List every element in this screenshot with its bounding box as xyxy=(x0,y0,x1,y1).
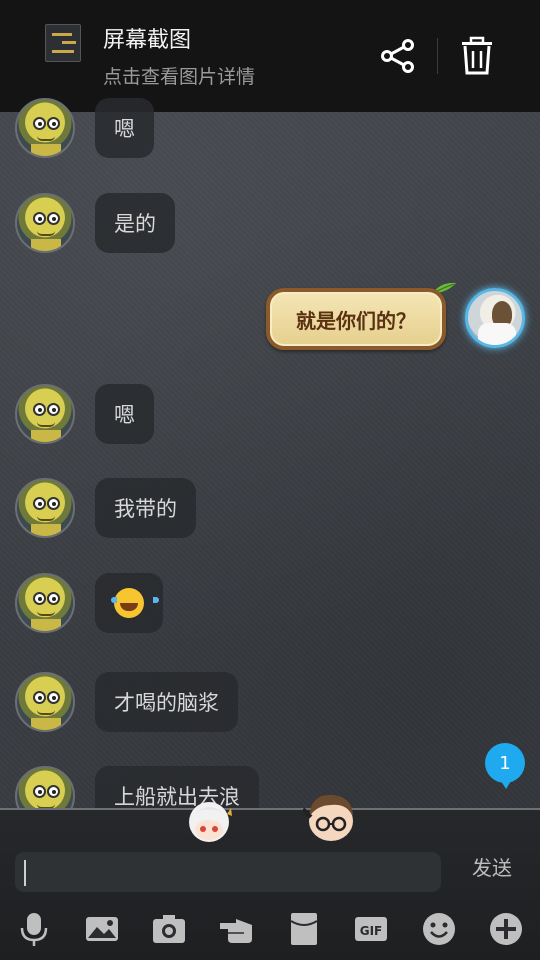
gif-icon[interactable]: GIF xyxy=(351,908,391,950)
poke-icon[interactable] xyxy=(216,908,256,950)
message-bubble[interactable]: 是的 xyxy=(95,193,175,253)
gif-icon-label: GIF xyxy=(360,924,383,938)
contact-avatar[interactable] xyxy=(15,478,75,538)
message-bubble[interactable]: 我带的 xyxy=(95,478,196,538)
text-cursor xyxy=(24,860,26,886)
delete-icon[interactable] xyxy=(459,36,495,76)
camera-icon[interactable] xyxy=(149,908,189,950)
microphone-icon[interactable] xyxy=(14,908,54,950)
notification-subtitle[interactable]: 点击查看图片详情 xyxy=(103,62,255,89)
image-icon[interactable] xyxy=(82,908,122,950)
contact-avatar[interactable] xyxy=(15,672,75,732)
red-packet-icon[interactable] xyxy=(284,908,324,950)
screenshot-thumbnail[interactable] xyxy=(45,24,81,62)
share-icon[interactable] xyxy=(380,38,416,74)
unread-count-badge[interactable]: 1 xyxy=(485,743,525,789)
notification-title: 屏幕截图 xyxy=(103,28,192,53)
tears-of-joy-emoji-icon xyxy=(111,588,159,618)
contact-avatar[interactable] xyxy=(15,98,75,158)
contact-avatar[interactable] xyxy=(15,384,75,444)
contact-avatar[interactable] xyxy=(15,573,75,633)
contact-avatar[interactable] xyxy=(15,193,75,253)
plus-icon[interactable] xyxy=(486,908,526,950)
mascot-boy-icon xyxy=(303,794,353,841)
emoji-icon[interactable] xyxy=(419,908,459,950)
message-bubble[interactable] xyxy=(95,573,163,633)
screenshot-notification[interactable]: 屏幕截图 点击查看图片详情 xyxy=(0,0,540,112)
my-avatar[interactable] xyxy=(465,288,525,348)
my-message-bubble[interactable]: 就是你们的？ xyxy=(266,288,446,350)
mascot-girl-icon xyxy=(189,802,232,842)
message-bubble[interactable]: 嗯 xyxy=(95,384,154,444)
message-input[interactable] xyxy=(14,851,442,893)
send-button[interactable]: 发送 xyxy=(462,852,522,884)
header-divider xyxy=(437,38,438,74)
message-bubble[interactable]: 才喝的脑浆 xyxy=(95,672,238,732)
message-bubble[interactable]: 嗯 xyxy=(95,98,154,158)
